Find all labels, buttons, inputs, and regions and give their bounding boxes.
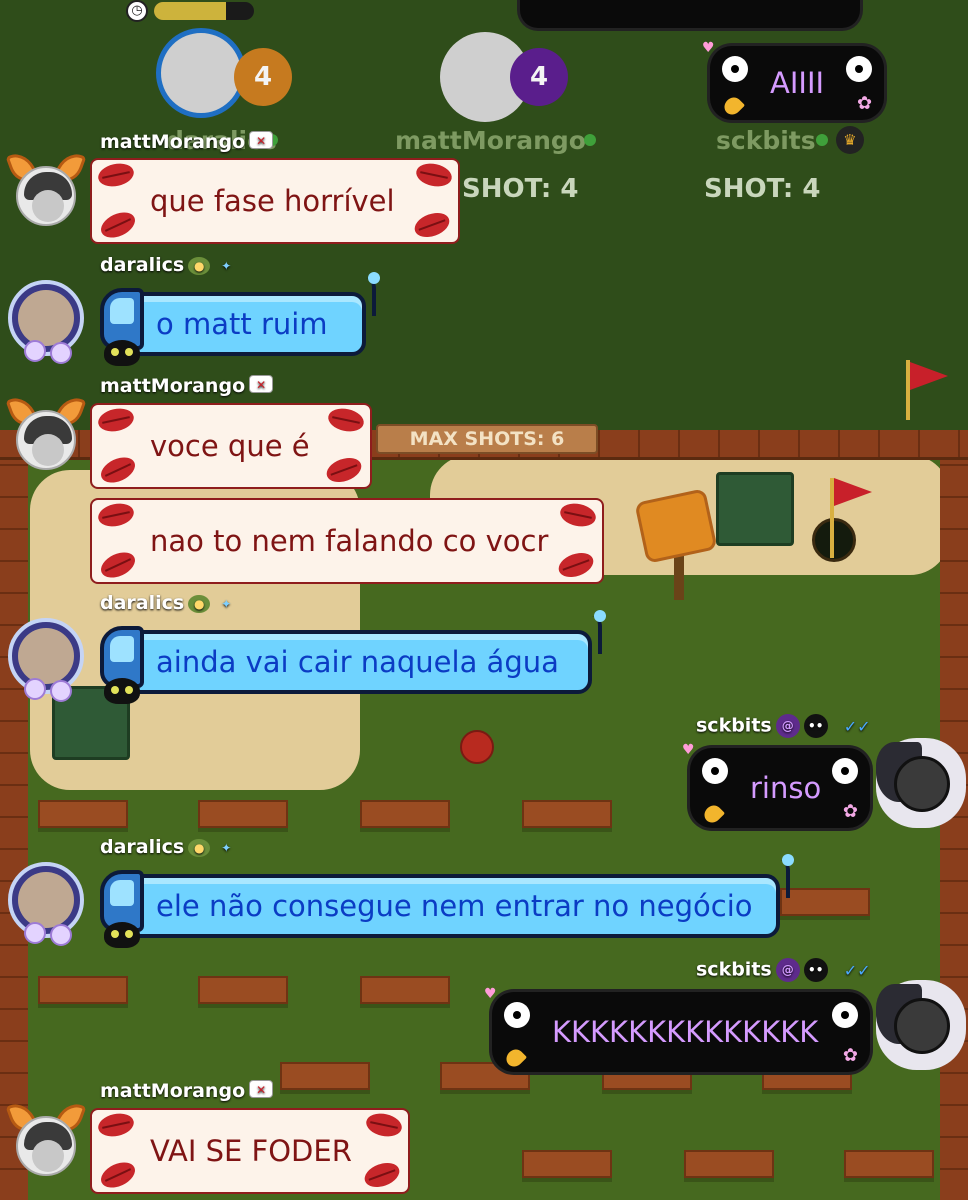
- lips-icon: [411, 208, 453, 242]
- avatar-daralics[interactable]: [4, 858, 90, 946]
- chat-bubble-kiss: voce que é: [90, 403, 372, 489]
- left-fence: [0, 460, 28, 1200]
- turn-timer: ◷: [126, 0, 256, 22]
- message-username: sckbits @ •• ✓✓: [696, 958, 871, 982]
- timer-bar: [154, 2, 254, 20]
- message-text: ainda vai cair naquela água: [156, 645, 559, 679]
- message-text: nao to nem falando co vocr: [150, 524, 549, 558]
- flower-icon: [50, 342, 72, 364]
- soot-eye-icon: [846, 56, 873, 82]
- heart-icon: [720, 93, 746, 119]
- brick: [522, 800, 612, 828]
- message-username: sckbits @ •• ✓✓: [696, 714, 871, 738]
- chat-bubble-bus: o matt ruim: [100, 272, 380, 366]
- message-username: mattMorango ✕: [100, 375, 274, 397]
- lips-icon: [97, 207, 139, 243]
- spiral-badge-icon: @: [775, 714, 800, 738]
- flag-badge-icon: ✕: [249, 375, 274, 393]
- message-username: mattMorango ✕: [100, 1080, 274, 1102]
- brick: [280, 1062, 370, 1090]
- avatar-sckbits[interactable]: [876, 738, 966, 828]
- message-text: que fase horrível: [150, 184, 395, 218]
- flag-badge-icon: ✕: [249, 131, 274, 149]
- message-text: o matt ruim: [156, 307, 328, 341]
- chat-bubble-bus: ainda vai cair naquela água: [100, 610, 606, 704]
- shot-count: SHOT: 4: [704, 174, 821, 204]
- lips-icon: [96, 160, 136, 190]
- timer-fill: [154, 2, 226, 20]
- brick: [198, 976, 288, 1004]
- message-username: daralics ● ✦: [100, 254, 238, 276]
- message-text: KKKKKKKKKKKKKK: [552, 1015, 819, 1049]
- avatar-daralics[interactable]: [4, 614, 90, 702]
- avatar-face: [16, 166, 76, 226]
- message-text: VAI SE FODER: [150, 1134, 352, 1168]
- brick: [684, 1150, 774, 1178]
- status-bubble-text: AIIII: [770, 66, 825, 100]
- right-fence: [940, 460, 968, 1200]
- brick: [844, 1150, 934, 1178]
- corner-flag: [910, 362, 948, 390]
- avatar-daralics[interactable]: [4, 276, 90, 364]
- chat-bubble-soot: ♥ ✿ rinso: [682, 742, 870, 828]
- brick: [198, 800, 288, 828]
- soot-eye-icon: [722, 56, 748, 82]
- bowl-badge-icon: ●: [188, 256, 211, 275]
- hole-flag: [834, 478, 872, 506]
- chat-bubble-soot: ♥ ✿ KKKKKKKKKKKKKK: [484, 986, 870, 1072]
- read-receipt-icon: ✓✓: [843, 716, 871, 736]
- brick: [522, 1150, 612, 1178]
- tree-block: [716, 472, 794, 546]
- message-username: mattMorango ✕: [100, 131, 274, 153]
- message-username: daralics ● ✦: [100, 836, 232, 858]
- flower-icon: ✿: [856, 93, 873, 114]
- cat-icon: [104, 340, 140, 366]
- shot-count: SHOT: 4: [462, 174, 579, 204]
- golf-hole: [812, 518, 856, 562]
- player-name: sckbits: [716, 126, 816, 155]
- heart-icon: ♥: [702, 40, 715, 56]
- chat-bubble-kiss: VAI SE FODER: [90, 1108, 410, 1194]
- brick: [38, 976, 128, 1004]
- bug-badge-icon: ✦: [221, 258, 232, 273]
- avatar-sckbits[interactable]: [876, 980, 966, 1070]
- soot-badge-icon: ••: [803, 714, 828, 738]
- chat-bubble-kiss: que fase horrível: [90, 158, 460, 244]
- message-username: daralics ● ✦: [100, 592, 232, 614]
- clock-icon: ◷: [126, 0, 148, 22]
- online-indicator: [584, 134, 596, 146]
- flower-icon: [24, 340, 46, 362]
- message-text: rinso: [750, 771, 822, 805]
- tail-icon: [366, 272, 380, 316]
- status-bubble: ♥ ✿ AIIII: [702, 40, 885, 120]
- avatar-mattmorango[interactable]: [5, 1098, 87, 1182]
- brick: [360, 800, 450, 828]
- golf-ball[interactable]: [460, 730, 494, 764]
- avatar-mattmorango[interactable]: [5, 392, 87, 476]
- avatar-mattmorango[interactable]: [5, 148, 87, 232]
- top-partial-bubble: [520, 0, 860, 28]
- message-text: ele não consegue nem entrar no negócio: [156, 889, 753, 923]
- chat-bubble-kiss: nao to nem falando co vocr: [90, 498, 604, 584]
- lips-icon: [414, 160, 454, 190]
- player-avatar[interactable]: [156, 28, 246, 118]
- chat-bubble-bus: ele não consegue nem entrar no negócio: [100, 854, 794, 948]
- brick: [38, 800, 128, 828]
- player-score: 4: [234, 48, 292, 106]
- brick: [780, 888, 870, 916]
- player-name: mattMorango: [395, 126, 586, 155]
- max-shots-sign: MAX SHOTS: 6: [376, 424, 598, 454]
- brick: [360, 976, 450, 1004]
- message-text: voce que é: [150, 429, 310, 463]
- player-score: 4: [510, 48, 568, 106]
- crown-icon: ♛: [836, 126, 864, 154]
- online-indicator: [816, 134, 828, 146]
